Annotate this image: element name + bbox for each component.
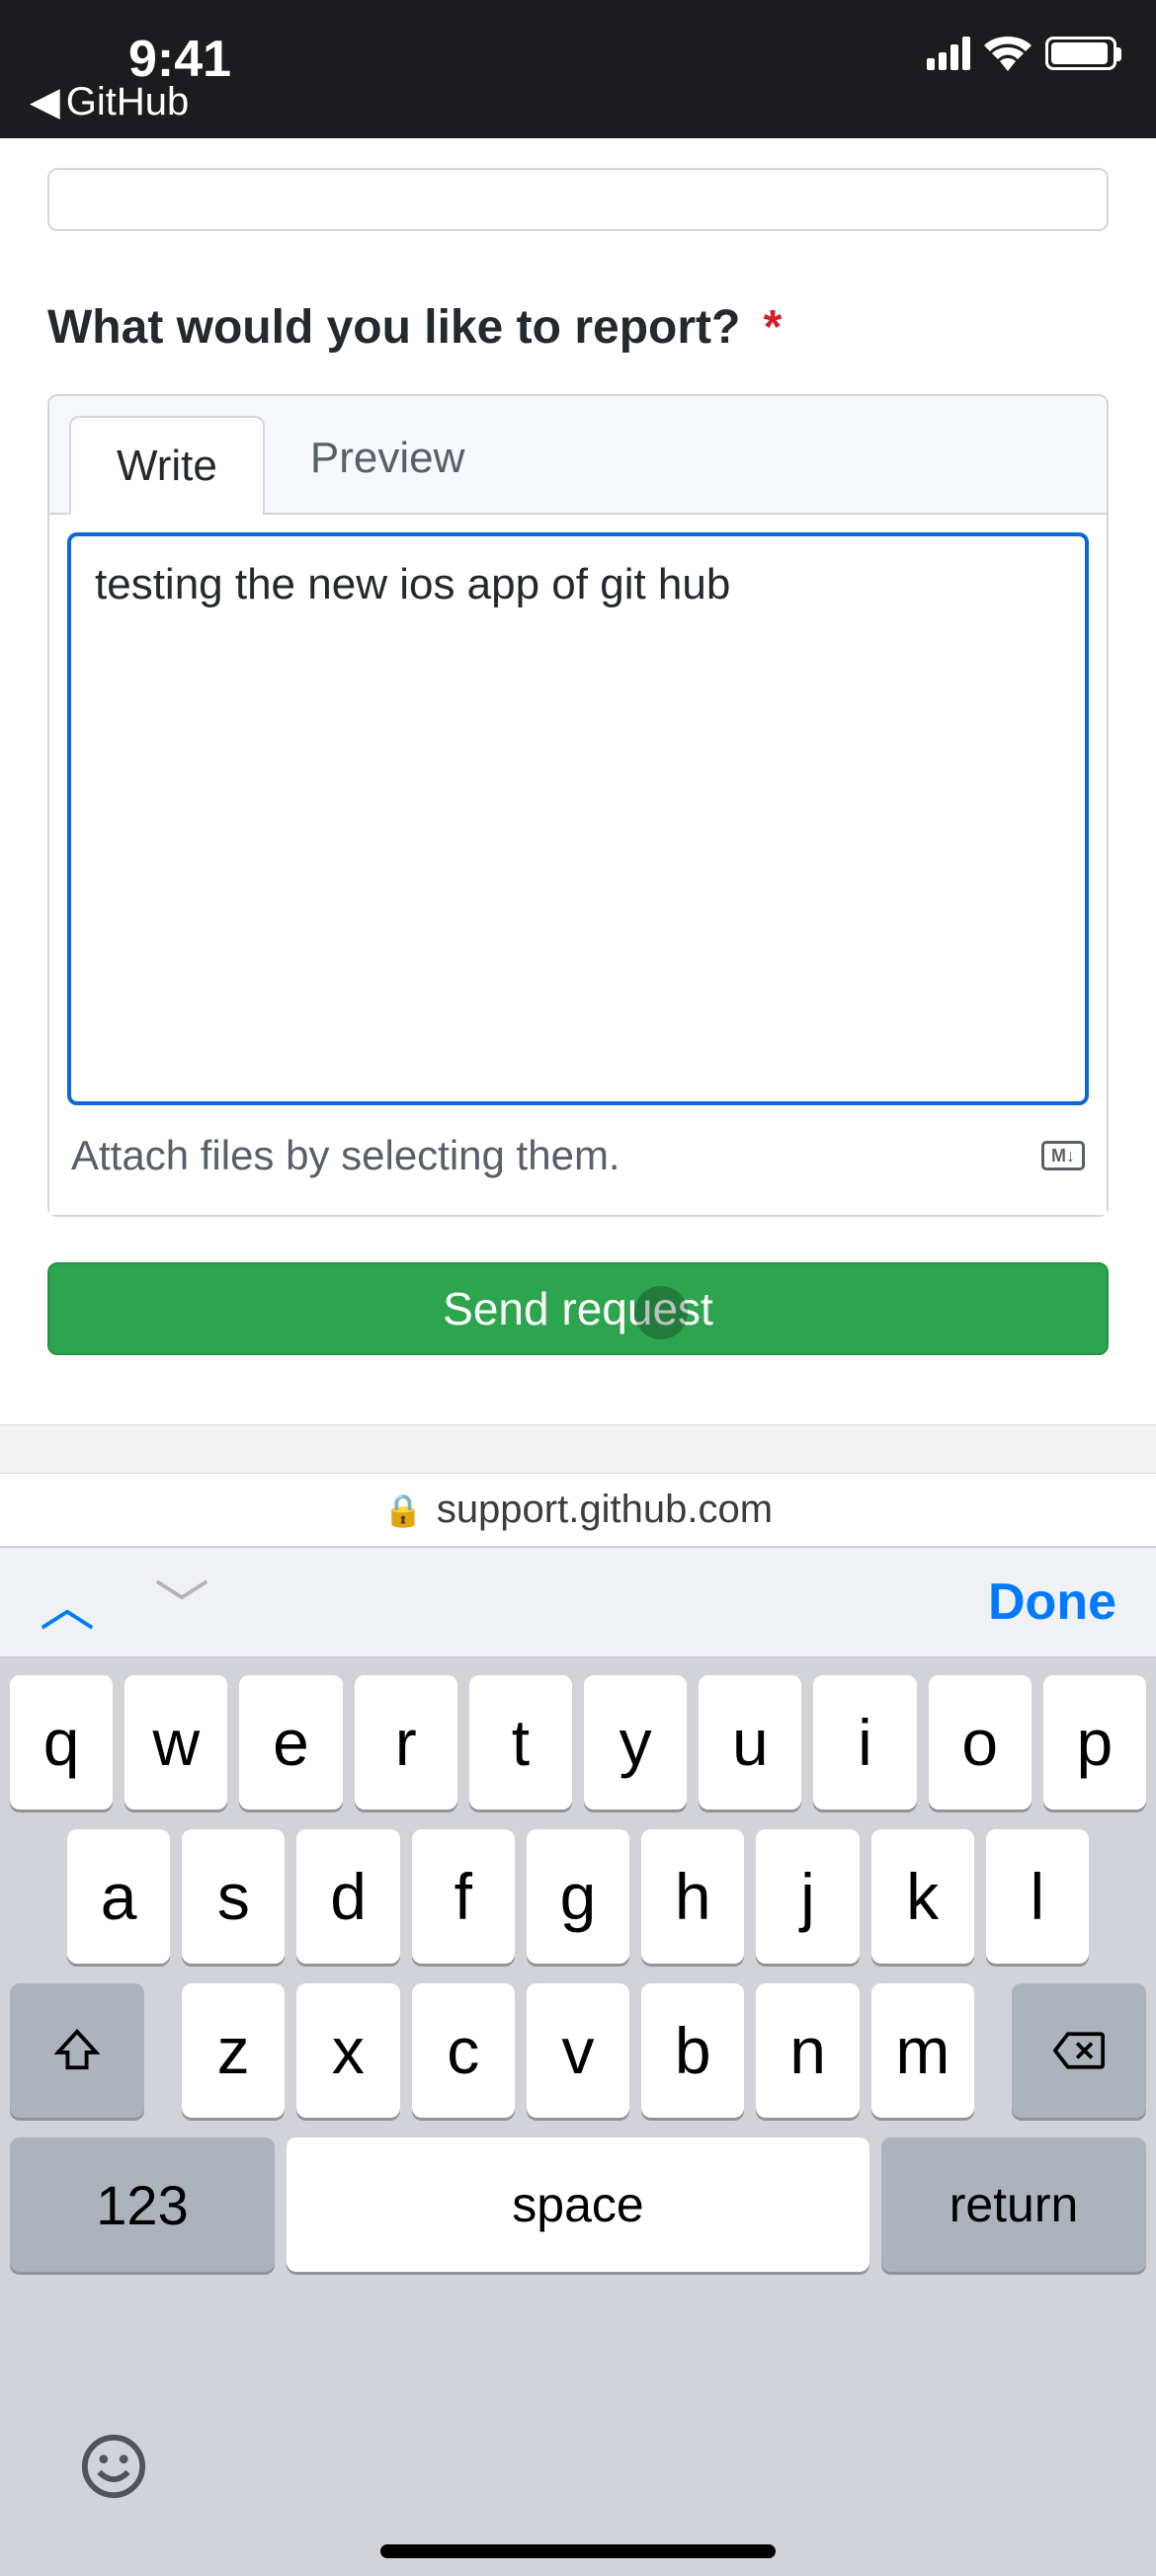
key-c[interactable]: c [412,1983,515,2118]
attach-hint[interactable]: Attach files by selecting them. [71,1132,620,1179]
status-bar: 9:41 ◀ GitHub [0,0,1156,138]
key-backspace[interactable] [1012,1983,1146,2118]
keyboard-accessory-bar: ︿ ﹀ Done [0,1547,1156,1657]
key-s[interactable]: s [182,1829,285,1964]
key-y[interactable]: y [584,1675,687,1810]
key-f[interactable]: f [412,1829,515,1964]
key-r[interactable]: r [355,1675,457,1810]
attach-row: Attach files by selecting them. M↓ [67,1110,1089,1197]
previous-field-partial[interactable] [47,168,1109,231]
back-to-app-button[interactable]: ◀ GitHub [30,79,189,124]
keyboard-done-button[interactable]: Done [988,1572,1116,1632]
key-e[interactable]: e [239,1675,342,1810]
next-field-chevron-icon: ﹀ [154,1563,209,1643]
back-chevron-icon: ◀ [30,79,60,124]
emoji-keyboard-button[interactable] [79,2432,148,2517]
key-shift[interactable] [10,1983,144,2118]
status-right-icons [927,36,1116,71]
backspace-icon [1053,2031,1105,2070]
keyboard-row-2: a s d f g h j k l [10,1829,1146,1964]
url-text: support.github.com [437,1488,773,1532]
key-x[interactable]: x [296,1983,399,2118]
key-j[interactable]: j [756,1829,859,1964]
wifi-icon [984,36,1032,71]
prev-field-chevron-icon[interactable]: ︿ [40,1563,95,1643]
report-question-label: What would you like to report? * [47,300,1109,355]
key-u[interactable]: u [699,1675,801,1810]
toolbar-separator [0,1424,1156,1474]
key-h[interactable]: h [641,1829,744,1964]
send-request-button[interactable]: Send request [47,1262,1109,1355]
on-screen-keyboard: q w e r t y u i o p a s d f g h j k l z … [0,1657,1156,2576]
report-textarea[interactable]: testing the new ios app of git hub [67,532,1089,1105]
key-k[interactable]: k [871,1829,974,1964]
key-n[interactable]: n [756,1983,859,2118]
key-space[interactable]: space [287,2137,869,2272]
cellular-icon [927,37,970,70]
key-l[interactable]: l [986,1829,1089,1964]
key-g[interactable]: g [527,1829,629,1964]
keyboard-row-3: z x c v b n m [10,1983,1146,2118]
keyboard-row-1: q w e r t y u i o p [10,1675,1146,1810]
battery-icon [1045,37,1116,70]
shift-icon [54,2028,100,2073]
editor-tabs: Write Preview [49,396,1107,515]
editor-body: testing the new ios app of git hub Attac… [49,513,1107,1215]
key-p[interactable]: p [1043,1675,1146,1810]
lock-icon: 🔒 [383,1491,423,1529]
key-i[interactable]: i [813,1675,916,1810]
key-v[interactable]: v [527,1983,629,2118]
tab-preview[interactable]: Preview [265,396,511,515]
key-z[interactable]: z [182,1983,285,2118]
editor-container: Write Preview testing the new ios app of… [47,394,1109,1217]
key-w[interactable]: w [124,1675,227,1810]
tab-write[interactable]: Write [69,416,265,515]
back-app-label: GitHub [66,80,190,124]
touch-indicator [634,1286,688,1339]
home-indicator[interactable] [380,2544,776,2558]
browser-address-bar[interactable]: 🔒 support.github.com [0,1474,1156,1547]
keyboard-row-4: 123 space return [10,2137,1146,2272]
key-m[interactable]: m [871,1983,974,2118]
field-nav: ︿ ﹀ [40,1563,209,1643]
key-numbers[interactable]: 123 [10,2137,275,2272]
key-return[interactable]: return [881,2137,1146,2272]
required-asterisk: * [764,301,783,354]
key-d[interactable]: d [296,1829,399,1964]
key-b[interactable]: b [641,1983,744,2118]
key-q[interactable]: q [10,1675,113,1810]
key-a[interactable]: a [67,1829,170,1964]
markdown-icon[interactable]: M↓ [1041,1141,1085,1170]
page-content: What would you like to report? * Write P… [0,168,1156,1355]
emoji-icon [79,2432,148,2501]
key-o[interactable]: o [929,1675,1032,1810]
key-t[interactable]: t [469,1675,572,1810]
